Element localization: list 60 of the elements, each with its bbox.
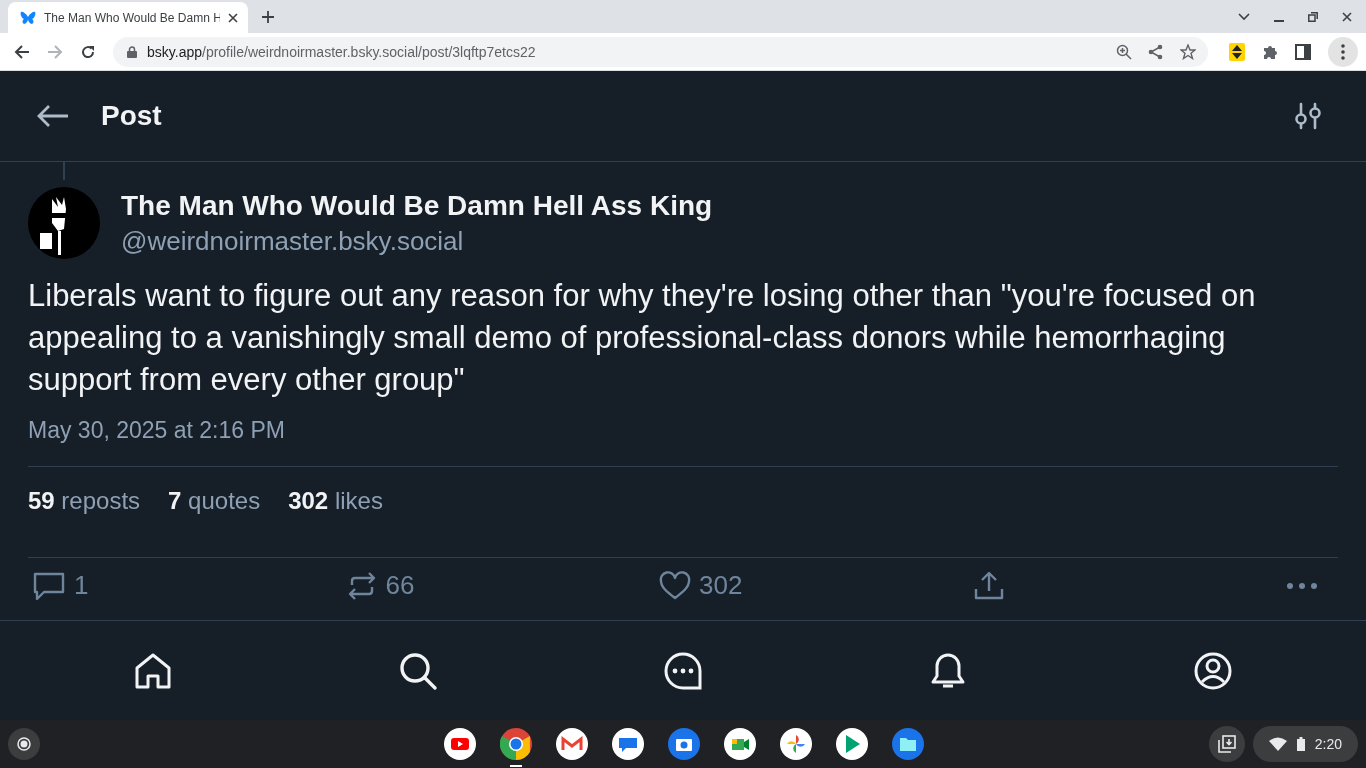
url-text: bsky.app/profile/weirdnoirmaster.bsky.social/post/3lqftp7etcs22 [147, 43, 536, 60]
avatar-drawing[interactable] [28, 187, 100, 259]
stat-link[interactable]: 302 likes [288, 487, 383, 515]
battery-icon [1296, 737, 1305, 751]
wifi-icon [1268, 737, 1287, 751]
video-play-icon[interactable] [444, 728, 477, 760]
repost-button[interactable]: 66 [345, 570, 446, 601]
star-icon[interactable] [1180, 43, 1196, 60]
stat-link[interactable]: 59 reposts [28, 487, 141, 515]
more-icon [1286, 581, 1318, 590]
close-icon[interactable] [1342, 11, 1352, 22]
author-handle[interactable]: @weirdnoirmaster.bsky.social [121, 225, 713, 257]
reload-icon[interactable] [80, 43, 96, 60]
share-icon[interactable] [1148, 43, 1164, 60]
close-icon[interactable] [228, 12, 238, 23]
page-title: Post [101, 100, 162, 132]
puzzle-icon[interactable] [1262, 43, 1278, 60]
chat-icon[interactable] [662, 650, 703, 691]
video-camera-icon[interactable] [724, 728, 757, 760]
restore-icon[interactable] [1308, 11, 1318, 22]
browser-tab[interactable]: The Man Who Would Be Damn H [8, 2, 248, 33]
back-icon[interactable] [14, 43, 30, 60]
comment-icon [32, 570, 66, 601]
clock-time: 2:20 [1314, 736, 1342, 752]
launcher-button[interactable] [8, 728, 40, 760]
tab-title: The Man Who Would Be Damn H [44, 10, 220, 25]
search-icon[interactable] [397, 650, 438, 691]
author-name[interactable]: The Man Who Would Be Damn Hell Ass King [121, 189, 713, 222]
folder-icon[interactable] [892, 728, 925, 760]
like-button[interactable]: 302 [659, 570, 759, 601]
new-tab-icon[interactable] [262, 10, 274, 23]
reply-button[interactable]: 1 [32, 570, 132, 601]
extension-arrows-icon[interactable] [1229, 42, 1245, 61]
side-panel-icon[interactable] [1295, 43, 1311, 60]
more-button[interactable] [1286, 581, 1318, 590]
menu-button[interactable] [1328, 36, 1358, 67]
post-date: May 30, 2025 at 2:16 PM [28, 417, 286, 444]
butterfly-icon [20, 10, 36, 25]
chevron-down-icon[interactable] [1238, 12, 1250, 21]
screenshot-button[interactable] [1208, 726, 1245, 762]
lock-icon [127, 45, 137, 58]
heart-icon [659, 570, 691, 601]
status-area[interactable]: 2:20 [1252, 726, 1358, 762]
profile-icon[interactable] [1193, 650, 1234, 691]
camera-icon[interactable] [668, 728, 701, 760]
pinwheel-icon[interactable] [780, 728, 813, 760]
running-indicator [510, 765, 523, 767]
browser-icon[interactable] [500, 728, 533, 760]
address-bar[interactable]: bsky.app/profile/weirdnoirmaster.bsky.social/post/3lqftp7etcs22 [113, 36, 1208, 67]
back-arrow-icon[interactable] [37, 104, 69, 128]
chat-bubble-icon[interactable] [612, 728, 645, 760]
upload-icon [972, 570, 1005, 601]
stat-link[interactable]: 7 quotes [168, 487, 261, 515]
download-stack-icon [1217, 735, 1236, 753]
zoom-in-icon[interactable] [1116, 43, 1132, 60]
circle-icon [17, 737, 31, 751]
sliders-icon[interactable] [1294, 102, 1322, 130]
mail-icon[interactable] [556, 728, 589, 760]
more-vertical-icon [1341, 43, 1345, 60]
post-text: Liberals want to figure out any reason for why they're losing other than "you're focused on appealing to a vanishingly small demo of professional-class donors while hemorrhaging support from every other group" [28, 277, 1257, 399]
